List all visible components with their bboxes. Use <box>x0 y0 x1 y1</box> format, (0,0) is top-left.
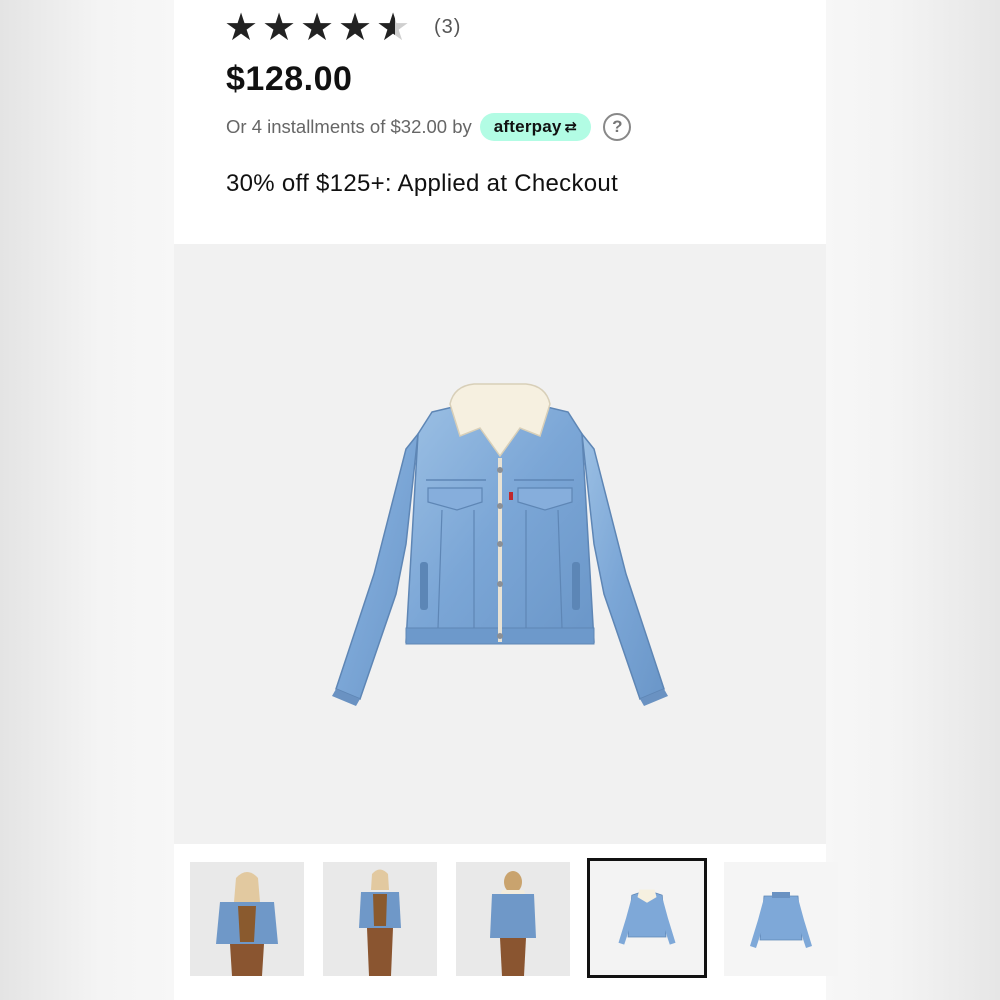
denim-jacket-image <box>332 383 668 706</box>
thumbnail-model-front[interactable] <box>190 862 304 976</box>
product-page: ★ ★ ★ ★ ★ ★ (3) $128.00 Or 4 installments… <box>174 0 838 1000</box>
thumbnail-gallery <box>174 844 838 1000</box>
afterpay-label: afterpay <box>493 117 562 136</box>
star-icon: ★ <box>338 5 373 49</box>
thumbnail-model-full[interactable] <box>323 862 437 976</box>
installments-row: Or 4 installments of $32.00 by afterpay … <box>226 112 632 142</box>
product-main-image[interactable] <box>174 244 826 844</box>
question-circle-icon[interactable]: ? <box>603 113 632 141</box>
review-count[interactable]: (3) <box>434 16 461 39</box>
thumbnail-product-back[interactable] <box>724 862 838 976</box>
thumbnail-model-back[interactable] <box>456 862 570 976</box>
thumbnail-product-front[interactable] <box>587 858 707 978</box>
afterpay-logo[interactable]: afterpay ⇄ <box>479 113 592 141</box>
star-icon: ★ <box>262 5 297 49</box>
star-icon: ★ <box>300 5 335 49</box>
installments-text: Or 4 installments of $32.00 by <box>226 116 472 137</box>
product-info-panel: ★ ★ ★ ★ ★ ★ (3) $128.00 Or 4 installments… <box>174 0 826 244</box>
star-rating: ★ ★ ★ ★ ★ ★ <box>224 8 414 46</box>
half-star-icon: ★ ★ <box>376 5 411 49</box>
product-price: $128.00 <box>226 60 353 98</box>
promo-text: 30% off $125+: Applied at Checkout <box>226 170 619 197</box>
afterpay-arrows-icon: ⇄ <box>564 119 578 136</box>
rating-row[interactable]: ★ ★ ★ ★ ★ ★ (3) <box>224 8 461 46</box>
star-icon: ★ <box>224 5 259 49</box>
